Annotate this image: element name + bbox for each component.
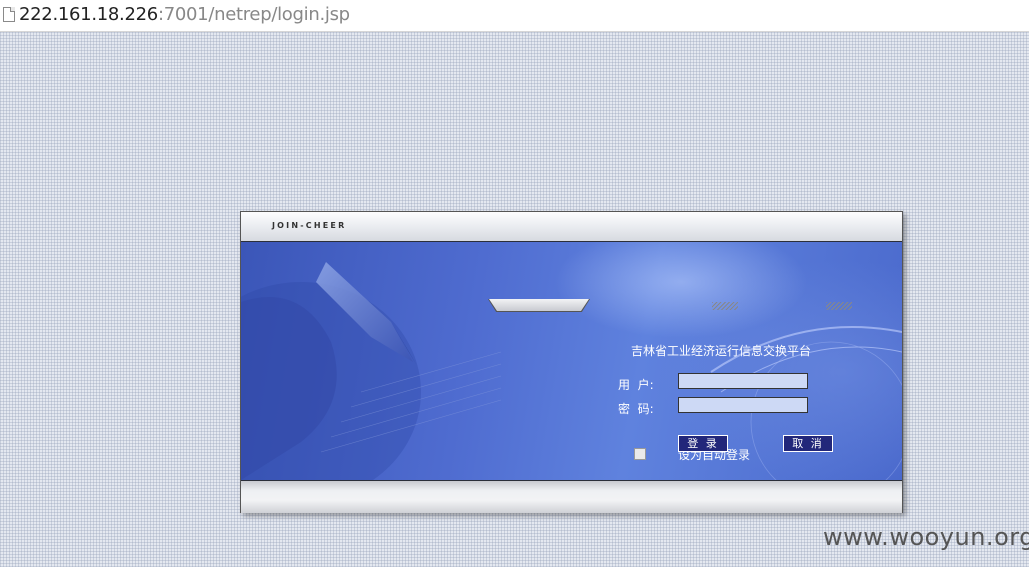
password-label: 密 码: [618,402,654,416]
login-panel-footer [241,480,902,513]
username-input[interactable] [678,373,808,389]
platform-title: 吉林省工业经济运行信息交换平台 [631,344,812,358]
url-text[interactable]: 222.161.18.226:7001/netrep/login.jsp [19,4,350,25]
watermark: www.wooyun.org [823,523,1029,551]
password-input[interactable] [678,397,808,413]
hatch-decoration-right [826,302,852,310]
hatch-decoration-left [712,302,738,310]
login-panel: JOIN-CHEER 吉林省工业经济运行信息交换平台 用 户: 密 码: 设为自… [240,211,903,513]
auto-login-checkbox[interactable] [634,448,646,460]
login-panel-header: JOIN-CHEER [241,212,902,242]
brand-logo: JOIN-CHEER [272,221,347,230]
url-path: :7001/netrep/login.jsp [157,4,350,25]
cancel-button[interactable]: 取 消 [783,435,833,452]
panel-tab [489,299,589,311]
login-button[interactable]: 登 录 [678,435,728,452]
login-banner: 吉林省工业经济运行信息交换平台 用 户: 密 码: 设为自动登录 登 录 取 消 [241,242,902,480]
url-host: 222.161.18.226 [19,4,158,25]
username-label: 用 户: [618,378,654,392]
address-bar[interactable]: 222.161.18.226:7001/netrep/login.jsp [0,0,1029,32]
page-icon [3,7,15,22]
